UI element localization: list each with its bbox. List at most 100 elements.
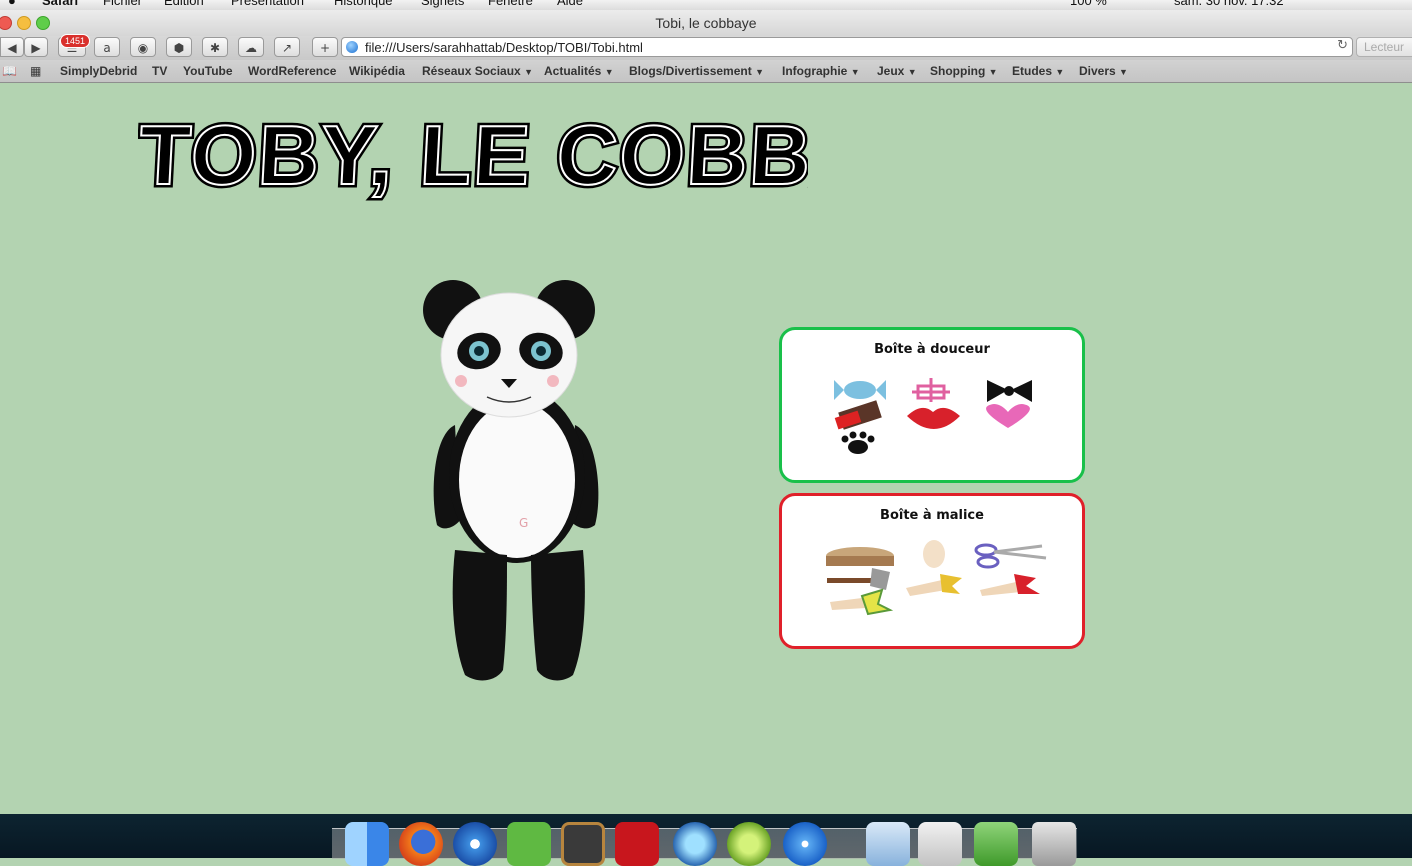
malice-items: [826, 540, 1047, 616]
chevron-down-icon: ▼: [988, 67, 998, 77]
photoshop-icon[interactable]: [673, 822, 717, 866]
amazon-extension-button[interactable]: a: [94, 37, 120, 57]
window-title-bar: Tobi, le cobbaye: [0, 10, 1412, 36]
evernote-icon[interactable]: [507, 822, 551, 866]
snowflake-extension-button[interactable]: ✱: [202, 37, 228, 57]
spiral-extension-button[interactable]: ◉: [130, 37, 156, 57]
chevron-down-icon: ▼: [755, 67, 764, 77]
menu-aide[interactable]: Aide: [557, 0, 583, 8]
grid-icon[interactable]: ▦: [30, 64, 41, 78]
egg-icon[interactable]: [923, 540, 945, 568]
menu-fichier[interactable]: Fichier: [103, 0, 142, 8]
chevron-down-icon: ▼: [850, 67, 860, 77]
bookmark-item[interactable]: Wikipédia: [349, 64, 405, 78]
notification-badge: 1451: [60, 34, 91, 48]
panda-right-leg: [531, 550, 585, 681]
bookmark-folder[interactable]: Jeux ▼: [877, 64, 917, 78]
forward-button[interactable]: ▶: [24, 37, 48, 57]
dreamweaver-icon[interactable]: [727, 822, 771, 866]
safari-icon[interactable]: [783, 822, 827, 866]
window-title: Tobi, le cobbaye: [655, 15, 757, 31]
bookmark-folder-label: Réseaux Sociaux: [422, 64, 521, 78]
bookmark-item[interactable]: YouTube: [183, 64, 233, 78]
bookmark-folder[interactable]: Réseaux Sociaux ▼: [422, 64, 533, 78]
page-heading: TOBY, LE COBBAYE TOBY, LE COBBAYE: [138, 105, 808, 202]
panda-left-pupil: [474, 346, 484, 356]
heart-icon[interactable]: [986, 404, 1030, 428]
menu-presentation[interactable]: Présentation: [231, 0, 304, 8]
bookmark-folder[interactable]: Shopping ▼: [930, 64, 998, 78]
malice-box-title: Boîte à malice: [880, 508, 984, 523]
menu-edition[interactable]: Édition: [164, 0, 204, 8]
chevron-down-icon: ▼: [1119, 67, 1128, 77]
panda-belly: [459, 402, 575, 558]
panda-illustration[interactable]: G: [415, 275, 615, 685]
hand-hit-icon[interactable]: [980, 574, 1040, 596]
url-text: file:///Users/sarahhattab/Desktop/TOBI/T…: [365, 40, 643, 55]
bookmarks-bar: 📖 ▦ SimplyDebrid TV YouTube WordReferenc…: [0, 60, 1412, 83]
menu-clock[interactable]: sam. 30 nov. 17:32: [1174, 0, 1284, 8]
douceur-box: Boîte à douceur: [779, 327, 1085, 483]
candy-icon[interactable]: [834, 380, 886, 400]
lips-icon[interactable]: [907, 407, 960, 429]
adblock-extension-button[interactable]: ⬢: [166, 37, 192, 57]
share-button[interactable]: ↗: [274, 37, 300, 57]
bookmark-folder[interactable]: Divers ▼: [1079, 64, 1128, 78]
douceur-items: [834, 378, 1032, 455]
scissors-icon[interactable]: [974, 543, 1047, 569]
globe-icon: [346, 41, 358, 53]
hand-tickle-icon[interactable]: [830, 588, 894, 616]
bookmark-folder-label: Shopping: [930, 64, 986, 78]
douceur-box-title: Boîte à douceur: [874, 342, 990, 357]
bookmark-folder[interactable]: Actualités ▼: [544, 64, 614, 78]
bookmark-folder-label: Infographie: [782, 64, 848, 78]
gift-icon[interactable]: [912, 378, 950, 402]
firefox-icon[interactable]: [399, 822, 443, 866]
paw-icon[interactable]: [841, 431, 875, 455]
trash-icon[interactable]: [1032, 822, 1076, 866]
chevron-down-icon: ▼: [524, 67, 533, 77]
menu-signets[interactable]: Signets: [421, 0, 464, 8]
hand-slap-icon[interactable]: [906, 574, 962, 596]
address-bar[interactable]: file:///Users/sarahhattab/Desktop/TOBI/T…: [341, 37, 1353, 57]
bow-tie-icon[interactable]: [987, 380, 1032, 402]
documents-icon[interactable]: [918, 822, 962, 866]
battery-status[interactable]: 100 %: [1070, 0, 1107, 8]
malice-box: Boîte à malice: [779, 493, 1085, 649]
book-icon[interactable]: 📖: [2, 64, 17, 78]
bookmark-folder-label: Actualités: [544, 64, 602, 78]
chevron-down-icon: ▼: [604, 67, 614, 77]
chevron-down-icon: ▼: [1055, 67, 1065, 77]
menu-historique[interactable]: Historique: [334, 0, 393, 8]
apple-menu-icon[interactable]: ●: [8, 0, 16, 8]
reload-icon[interactable]: ↻: [1337, 38, 1348, 53]
downloads-icon[interactable]: [974, 822, 1018, 866]
bookmark-folder-label: Jeux: [877, 64, 905, 78]
new-tab-button[interactable]: +: [312, 37, 338, 57]
bookmark-folder-label: Blogs/Divertissement: [629, 64, 752, 78]
chalkboard-icon[interactable]: [561, 822, 605, 866]
panda-left-cheek: [455, 375, 467, 387]
folder-icon[interactable]: [866, 822, 910, 866]
bookmark-item[interactable]: SimplyDebrid: [60, 64, 137, 78]
cloud-extension-button[interactable]: ☁: [238, 37, 264, 57]
bookmark-folder[interactable]: Infographie ▼: [782, 64, 860, 78]
back-button[interactable]: ◀: [0, 37, 24, 57]
reader-button[interactable]: Lecteur: [1356, 37, 1412, 57]
pie-icon[interactable]: [826, 547, 894, 566]
bookmark-folder[interactable]: Etudes ▼: [1012, 64, 1064, 78]
itunes-icon[interactable]: [453, 822, 497, 866]
menu-fenetre[interactable]: Fenêtre: [488, 0, 533, 8]
chocolate-icon[interactable]: [834, 400, 882, 430]
menu-app-name[interactable]: Safari: [42, 0, 78, 8]
panda-right-cheek: [547, 375, 559, 387]
filezilla-icon[interactable]: [615, 822, 659, 866]
axe-icon[interactable]: [827, 568, 890, 590]
finder-icon[interactable]: [345, 822, 389, 866]
bookmark-folder-label: Divers: [1079, 64, 1116, 78]
browser-toolbar: ◀ ▶ ☰ 1451 a ◉ ⬢ ✱ ☁ ↗ + file:///Users/s…: [0, 34, 1412, 60]
page-heading-text: TOBY, LE COBBAYE: [138, 108, 808, 202]
bookmark-folder[interactable]: Blogs/Divertissement ▼: [629, 64, 764, 78]
bookmark-item[interactable]: WordReference: [248, 64, 336, 78]
bookmark-item[interactable]: TV: [152, 64, 167, 78]
